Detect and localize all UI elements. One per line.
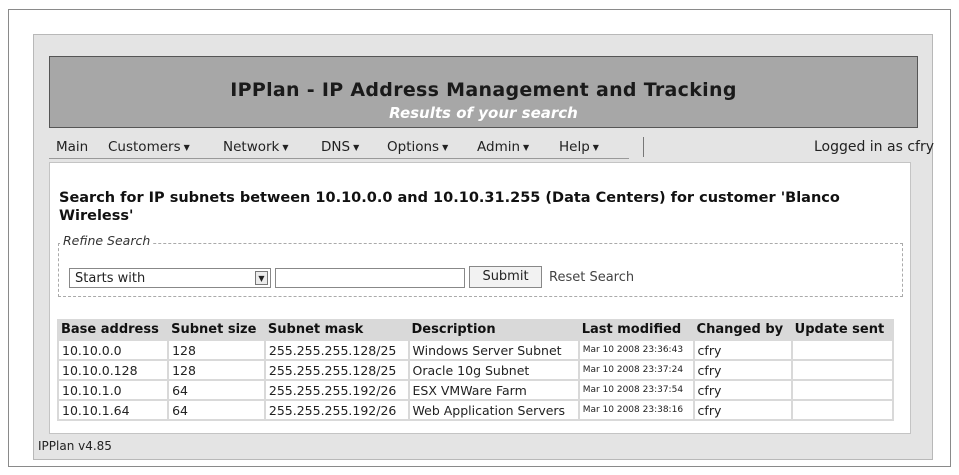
- refine-search-legend: Refine Search: [60, 233, 154, 248]
- caret-down-icon: ▼: [353, 143, 360, 152]
- menu-main[interactable]: Main: [56, 139, 88, 155]
- logged-in-user: Logged in as cfry: [813, 139, 934, 155]
- cell-description: ESX VMWare Farm: [407, 379, 580, 401]
- col-subnet-mask[interactable]: Subnet mask: [265, 319, 409, 340]
- cell-update-sent: [790, 359, 895, 381]
- match-type-select[interactable]: Starts with ▼: [69, 268, 271, 288]
- cell-description: Web Application Servers: [407, 399, 580, 421]
- search-text-input[interactable]: [275, 268, 465, 288]
- select-arrow-icon[interactable]: ▼: [255, 271, 268, 285]
- menu-underline: [49, 158, 629, 159]
- reset-search-link[interactable]: Reset Search: [549, 270, 634, 285]
- col-last-modified[interactable]: Last modified: [579, 319, 694, 340]
- version-footer: IPPlan v4.85: [38, 439, 112, 453]
- cell-changed-by: cfry: [692, 399, 793, 421]
- cell-changed-by: cfry: [692, 339, 793, 361]
- app-container: IPPlan - IP Address Management and Track…: [33, 34, 934, 460]
- col-changed-by[interactable]: Changed by: [694, 319, 792, 340]
- cell-description: Windows Server Subnet: [407, 339, 580, 361]
- cell-last-modified: Mar 10 2008 23:37:24: [577, 359, 695, 381]
- table-header-row: Base address Subnet size Subnet mask Des…: [58, 319, 893, 340]
- search-results-panel: Search for IP subnets between 10.10.0.0 …: [49, 162, 911, 434]
- table-row[interactable]: 10.10.1.0 64 255.255.255.192/26 ESX VMWa…: [56, 379, 895, 401]
- menu-dns[interactable]: DNS ▼: [321, 139, 359, 155]
- cell-subnet-mask: 255.255.255.192/26: [263, 379, 410, 401]
- col-base-address[interactable]: Base address: [58, 319, 168, 340]
- menu-help[interactable]: Help ▼: [559, 139, 599, 155]
- cell-last-modified: Mar 10 2008 23:37:54: [577, 379, 695, 401]
- menu-help-label: Help: [559, 139, 590, 155]
- match-type-value: Starts with: [75, 271, 146, 286]
- cell-subnet-mask: 255.255.255.192/26: [263, 399, 410, 421]
- cell-base-address[interactable]: 10.10.1.64: [56, 399, 170, 421]
- menu-network-label: Network: [223, 139, 280, 155]
- cell-base-address[interactable]: 10.10.0.128: [56, 359, 170, 381]
- menu-separator: [643, 137, 644, 157]
- cell-changed-by: cfry: [692, 359, 793, 381]
- cell-update-sent: [790, 339, 895, 361]
- screenshot-frame: IPPlan - IP Address Management and Track…: [8, 9, 951, 467]
- caret-down-icon: ▼: [442, 143, 449, 152]
- cell-base-address[interactable]: 10.10.0.0: [56, 339, 170, 361]
- cell-last-modified: Mar 10 2008 23:38:16: [577, 399, 695, 421]
- cell-description: Oracle 10g Subnet: [407, 359, 580, 381]
- menu-main-label: Main: [56, 139, 89, 155]
- menu-options[interactable]: Options ▼: [387, 139, 448, 155]
- page-subtitle: Results of your search: [389, 104, 578, 122]
- menu-customers-label: Customers: [108, 139, 181, 155]
- menu-bar: Main Customers ▼ Network ▼ DNS ▼ Options ▼ A…: [49, 135, 934, 159]
- col-subnet-size[interactable]: Subnet size: [168, 319, 265, 340]
- table-row[interactable]: 10.10.0.0 128 255.255.255.128/25 Windows…: [56, 339, 895, 361]
- cell-subnet-mask: 255.255.255.128/25: [263, 339, 410, 361]
- cell-subnet-size: 128: [167, 339, 266, 361]
- menu-admin-label: Admin: [477, 139, 521, 155]
- menu-admin[interactable]: Admin ▼: [477, 139, 529, 155]
- caret-down-icon: ▼: [282, 143, 289, 152]
- cell-subnet-size: 64: [167, 379, 266, 401]
- cell-base-address[interactable]: 10.10.1.0: [56, 379, 170, 401]
- caret-down-icon: ▼: [523, 143, 530, 152]
- menu-network[interactable]: Network ▼: [223, 139, 289, 155]
- caret-down-icon: ▼: [183, 143, 190, 152]
- cell-update-sent: [790, 399, 895, 421]
- header-banner: IPPlan - IP Address Management and Track…: [49, 56, 918, 128]
- cell-changed-by: cfry: [692, 379, 793, 401]
- table-row[interactable]: 10.10.0.128 128 255.255.255.128/25 Oracl…: [56, 359, 895, 381]
- subnet-results-table: Base address Subnet size Subnet mask Des…: [56, 319, 895, 421]
- caret-down-icon: ▼: [592, 143, 599, 152]
- menu-options-label: Options: [387, 139, 440, 155]
- app-title: IPPlan - IP Address Management and Track…: [230, 79, 737, 101]
- cell-last-modified: Mar 10 2008 23:36:43: [577, 339, 695, 361]
- menu-customers[interactable]: Customers ▼: [108, 139, 190, 155]
- cell-subnet-mask: 255.255.255.128/25: [263, 359, 410, 381]
- search-heading: Search for IP subnets between 10.10.0.0 …: [59, 190, 840, 224]
- submit-button[interactable]: Submit: [469, 266, 542, 288]
- col-description[interactable]: Description: [409, 319, 579, 340]
- cell-update-sent: [790, 379, 895, 401]
- col-update-sent[interactable]: Update sent: [792, 319, 893, 340]
- cell-subnet-size: 64: [167, 399, 266, 421]
- menu-dns-label: DNS: [321, 139, 351, 155]
- cell-subnet-size: 128: [167, 359, 266, 381]
- table-row[interactable]: 10.10.1.64 64 255.255.255.192/26 Web App…: [56, 399, 895, 421]
